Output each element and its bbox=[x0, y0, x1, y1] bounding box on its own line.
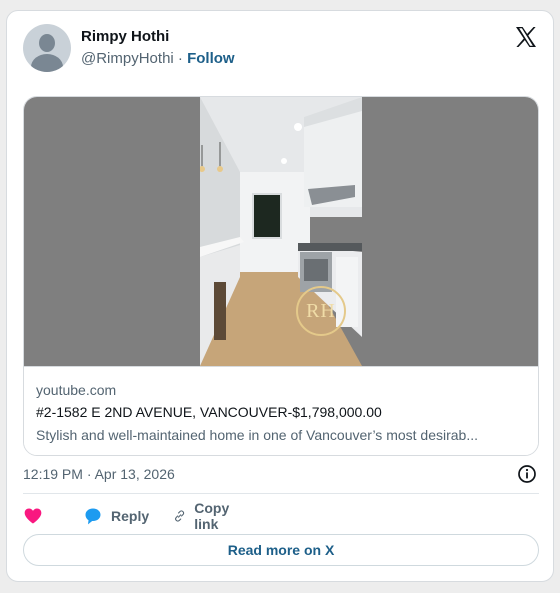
avatar-head-shape bbox=[39, 34, 55, 52]
like-button[interactable] bbox=[23, 504, 43, 528]
reply-label: Reply bbox=[111, 508, 150, 524]
reply-bubble-icon bbox=[85, 508, 101, 525]
embedded-post-card: Rimpy Hothi @RimpyHothi · Follow RH yout… bbox=[6, 10, 554, 582]
actions-divider bbox=[23, 493, 539, 494]
link-description: Stylish and well-maintained home in one … bbox=[36, 427, 479, 443]
author-avatar[interactable] bbox=[23, 24, 71, 72]
link-headline: #2-1582 E 2ND AVENUE, VANCOUVER-$1,798,0… bbox=[36, 404, 382, 420]
link-preview-card[interactable]: RH youtube.com #2-1582 E 2ND AVENUE, VAN… bbox=[23, 96, 539, 456]
x-logo-icon[interactable] bbox=[514, 25, 538, 49]
avatar-shoulders-shape bbox=[31, 54, 63, 72]
info-icon[interactable] bbox=[517, 464, 537, 484]
read-more-button[interactable]: Read more on X bbox=[23, 534, 539, 566]
link-domain: youtube.com bbox=[36, 382, 117, 398]
link-preview-info[interactable]: youtube.com #2-1582 E 2ND AVENUE, VANCOU… bbox=[24, 366, 538, 455]
rh-watermark-logo: RH bbox=[296, 286, 346, 336]
heart-icon bbox=[24, 508, 42, 524]
author-name[interactable]: Rimpy Hothi bbox=[81, 28, 169, 45]
post-timestamp[interactable]: 12:19 PM · Apr 13, 2026 bbox=[23, 466, 175, 482]
copy-link-label: Copy link bbox=[194, 500, 230, 532]
link-chain-icon bbox=[175, 510, 185, 522]
follow-link[interactable]: Follow bbox=[187, 50, 235, 67]
handle-separator: · bbox=[177, 50, 183, 67]
author-handle[interactable]: @RimpyHothi bbox=[81, 50, 174, 67]
video-thumbnail[interactable]: RH bbox=[24, 97, 538, 366]
author-handle-line: @RimpyHothi · Follow bbox=[81, 50, 235, 67]
reply-button[interactable]: Reply bbox=[83, 504, 149, 528]
kitchen-photo: RH bbox=[200, 97, 362, 366]
copy-link-button[interactable]: Copy link bbox=[173, 500, 236, 532]
